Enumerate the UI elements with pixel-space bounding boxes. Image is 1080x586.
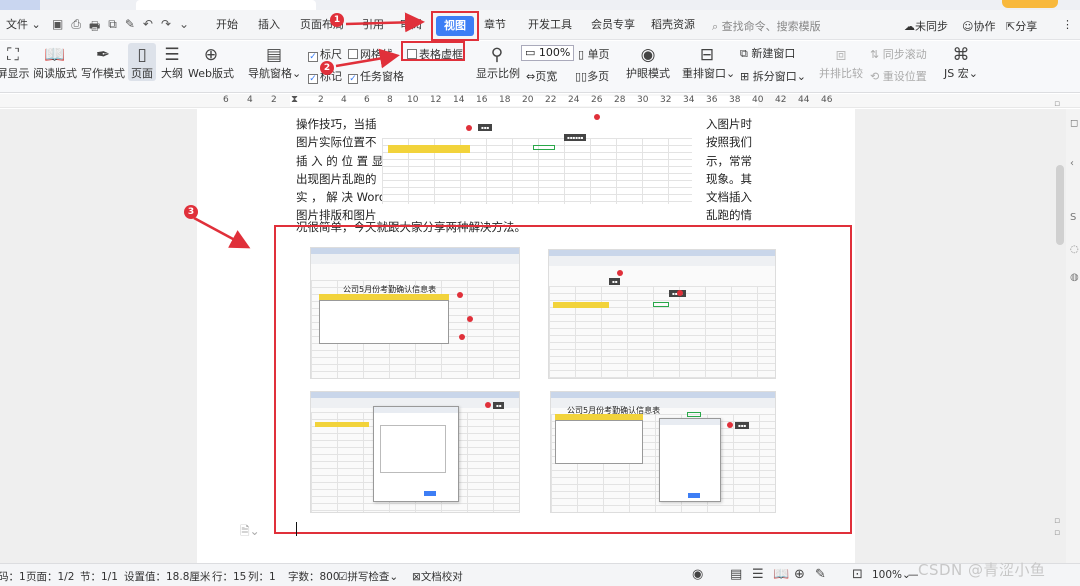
annotation-number-3: 3: [184, 205, 198, 219]
zoom-level[interactable]: 100%⌄: [872, 569, 911, 581]
arrow-3: [193, 216, 251, 249]
status-row[interactable]: 行：15: [212, 569, 246, 584]
annotation-number-1: 1: [330, 13, 344, 27]
check-icon: ☑: [338, 571, 348, 583]
fit-page-icon[interactable]: ⊡: [852, 567, 863, 582]
proof-button[interactable]: ⊠文档校对: [412, 569, 463, 584]
status-col[interactable]: 列：1: [248, 569, 276, 584]
eye-icon[interactable]: ◉: [692, 567, 703, 582]
app-window: { "tabs": {"t1": "", "t2": "", "t3": ""}…: [0, 0, 1080, 586]
status-section[interactable]: 节：1/1: [80, 569, 118, 584]
write-view-icon[interactable]: ✎: [815, 567, 826, 582]
read-view-icon[interactable]: 📖: [773, 567, 789, 582]
spell-check-button[interactable]: ☑拼写检查⌄: [338, 569, 398, 584]
proof-label: 文档校对: [420, 571, 463, 583]
zoom-out-icon[interactable]: —: [908, 569, 919, 581]
spell-check-label: 拼写检查: [347, 571, 390, 583]
web-view-icon[interactable]: ⊕: [794, 567, 805, 582]
status-setting[interactable]: 设置值：18.8厘米: [124, 569, 210, 584]
status-words[interactable]: 字数：800: [288, 569, 340, 584]
proof-icon: ⊠: [412, 571, 421, 583]
annotation-arrows: [193, 12, 425, 249]
outline-view-icon[interactable]: ☰: [752, 567, 764, 582]
arrow-1: [345, 12, 425, 33]
status-pages[interactable]: 页面：1/2: [26, 569, 74, 584]
page-view-icon[interactable]: ▤: [730, 567, 742, 582]
status-page-number[interactable]: 码：1: [0, 569, 26, 584]
zoom-value: 100%: [872, 569, 903, 581]
arrow-2: [335, 48, 400, 69]
watermark: CSDN @青涩小鱼: [918, 561, 1046, 579]
annotation-number-2: 2: [320, 61, 334, 75]
